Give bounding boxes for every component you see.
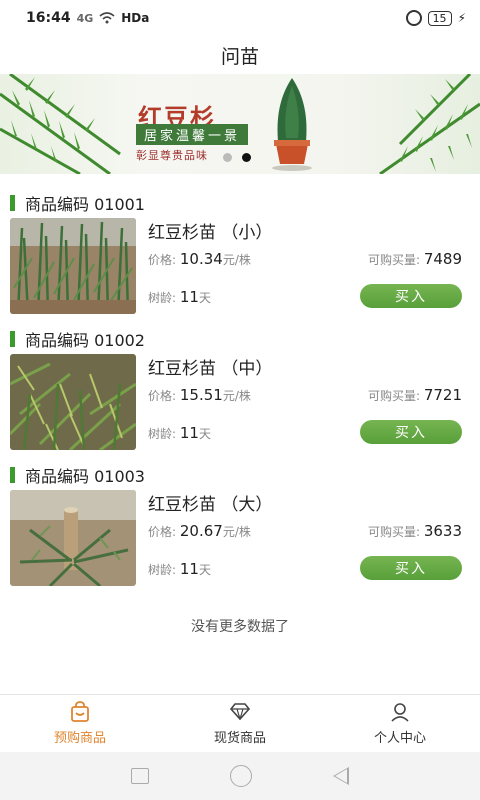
- page-title: 问苗: [220, 45, 259, 68]
- banner-subtitle: 居家温馨一景: [136, 124, 249, 145]
- charging-icon: ⚡: [457, 11, 466, 25]
- code-marker: [10, 331, 15, 347]
- stock-info: 可购买量: 7489: [368, 250, 462, 268]
- age-value: 11: [179, 288, 199, 306]
- price-unit: 元/株: [222, 253, 251, 267]
- stock-info: 可购买量: 3633: [368, 522, 462, 540]
- price-info: 价格: 20.67元/株: [148, 522, 251, 540]
- buy-button[interactable]: 买入: [360, 556, 462, 580]
- bottom-tab-bar: 预购商品 现货商品 个人中心: [0, 694, 480, 752]
- buy-button[interactable]: 买入: [360, 284, 462, 308]
- product-card[interactable]: 商品编码 01002 红豆杉苗 （中） 价格: 15.51元/株 可购买量: 7…: [0, 322, 480, 458]
- product-card[interactable]: 商品编码 01003 红豆杉苗 （大） 价格: 20.67元/株 可购买量: 3…: [0, 458, 480, 594]
- alarm-icon: [405, 10, 422, 26]
- signal-indicator: 4G: [76, 11, 94, 25]
- shopping-bag-icon: [71, 701, 89, 722]
- age-value: 11: [179, 424, 199, 442]
- age-value: 11: [179, 560, 199, 578]
- potted-tree-image: [272, 78, 312, 171]
- age-info: 树龄: 11天: [148, 560, 211, 578]
- banner-tagline: 彰显尊贵品味: [136, 149, 208, 162]
- age-label: 树龄:: [148, 291, 177, 305]
- wifi-icon: [99, 12, 115, 24]
- leaves-decoration-left: [0, 74, 121, 174]
- carousel-indicator: [223, 153, 251, 162]
- product-code-label: 商品编码 01002: [25, 331, 145, 350]
- product-list: 商品编码 01001 红豆杉苗 （小） 价格: 10.34元/株 可购买量: 7…: [0, 186, 480, 594]
- price-label: 价格:: [148, 253, 177, 267]
- recent-apps-button[interactable]: [130, 768, 149, 784]
- price-value: 20.67: [179, 522, 223, 540]
- tab-spot-products[interactable]: 现货商品: [160, 695, 320, 752]
- leaves-decoration-right: [379, 74, 480, 174]
- age-label: 树龄:: [148, 563, 177, 577]
- price-unit: 元/株: [222, 525, 251, 539]
- price-label: 价格:: [148, 389, 177, 403]
- age-unit: 天: [198, 563, 211, 577]
- no-more-data-text: 没有更多数据了: [191, 619, 289, 635]
- user-icon: [391, 703, 409, 722]
- system-navigation-bar: [0, 752, 480, 800]
- age-info: 树龄: 11天: [148, 424, 211, 442]
- stock-value: 7721: [423, 386, 462, 404]
- product-name: 红豆杉苗 （中）: [148, 359, 273, 379]
- product-name: 红豆杉苗 （大）: [148, 495, 273, 515]
- product-code: 商品编码 01003: [10, 466, 145, 486]
- stock-info: 可购买量: 7721: [368, 386, 462, 404]
- tab-preorder-products[interactable]: 预购商品: [0, 695, 160, 752]
- product-name: 红豆杉苗 （小）: [148, 223, 273, 243]
- age-info: 树龄: 11天: [148, 288, 211, 306]
- price-info: 价格: 15.51元/株: [148, 386, 251, 404]
- age-unit: 天: [198, 427, 211, 441]
- product-code: 商品编码 01002: [10, 330, 145, 350]
- tab-label: 预购商品: [53, 731, 106, 746]
- network-indicator: HDa: [121, 11, 150, 25]
- price-info: 价格: 10.34元/株: [148, 250, 251, 268]
- carousel-dot[interactable]: [223, 153, 232, 162]
- code-marker: [10, 195, 15, 211]
- product-code: 商品编码 01001: [10, 194, 145, 214]
- tab-label: 个人中心: [373, 731, 426, 746]
- back-button[interactable]: [333, 767, 350, 785]
- product-code-label: 商品编码 01001: [25, 195, 145, 214]
- tab-label: 现货商品: [213, 731, 266, 746]
- promo-banner[interactable]: 红豆杉 居家温馨一景 彰显尊贵品味: [0, 74, 480, 174]
- price-value: 15.51: [179, 386, 223, 404]
- buy-button[interactable]: 买入: [360, 420, 462, 444]
- diamond-icon: [229, 703, 251, 721]
- price-label: 价格:: [148, 525, 177, 539]
- stock-label: 可购买量:: [367, 525, 420, 539]
- product-image[interactable]: [10, 218, 136, 314]
- product-image[interactable]: [10, 490, 136, 586]
- price-unit: 元/株: [222, 389, 251, 403]
- product-image[interactable]: [10, 354, 136, 450]
- price-value: 10.34: [179, 250, 223, 268]
- code-marker: [10, 467, 15, 483]
- status-bar: 16:44 4G HDa 15 ⚡: [0, 0, 480, 36]
- stock-label: 可购买量:: [367, 389, 420, 403]
- stock-label: 可购买量:: [367, 253, 420, 267]
- tab-personal-center[interactable]: 个人中心: [320, 695, 480, 752]
- stock-value: 7489: [423, 250, 462, 268]
- status-time: 16:44: [26, 10, 71, 26]
- battery-indicator: 15: [427, 10, 452, 26]
- product-code-label: 商品编码 01003: [25, 467, 145, 486]
- product-card[interactable]: 商品编码 01001 红豆杉苗 （小） 价格: 10.34元/株 可购买量: 7…: [0, 186, 480, 322]
- age-unit: 天: [198, 291, 211, 305]
- age-label: 树龄:: [148, 427, 177, 441]
- stock-value: 3633: [423, 522, 462, 540]
- carousel-dot-active[interactable]: [242, 153, 251, 162]
- home-button[interactable]: [229, 765, 252, 787]
